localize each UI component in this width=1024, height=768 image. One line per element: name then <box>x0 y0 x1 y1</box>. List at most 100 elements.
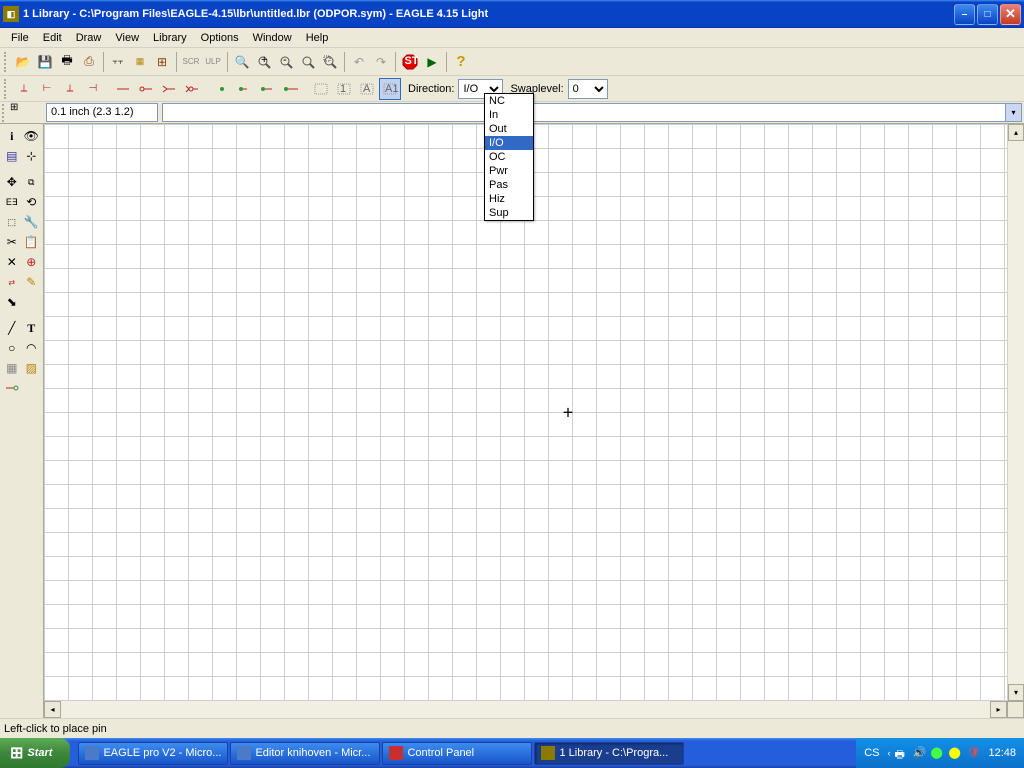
task-cpanel[interactable]: Control Panel <box>382 742 532 765</box>
zoom-in-icon[interactable]: + <box>253 51 275 73</box>
params-grip[interactable] <box>4 79 10 99</box>
split-tool-icon[interactable]: ⬊ <box>2 292 22 312</box>
visible-off-icon[interactable] <box>310 78 332 100</box>
chevron-down-icon[interactable]: ▾ <box>1005 104 1021 121</box>
scroll-right-icon[interactable]: ▸ <box>990 701 1007 718</box>
start-button[interactable]: Start <box>0 738 70 768</box>
horizontal-scrollbar[interactable]: ◂ ▸ <box>44 701 1024 718</box>
func-dot-icon[interactable] <box>135 78 157 100</box>
rotate-270-icon[interactable]: ⊣ <box>82 78 104 100</box>
task-eagle[interactable]: EAGLE pro V2 - Micro... <box>78 742 228 765</box>
rotate-90-icon[interactable]: ⊢ <box>36 78 58 100</box>
info-tool-icon[interactable]: i <box>2 126 22 146</box>
tray-chevron-icon[interactable]: ‹ <box>887 748 890 758</box>
language-indicator[interactable]: CS <box>864 747 879 759</box>
tray-icon-5[interactable]: 🛡 <box>966 746 980 760</box>
help-icon[interactable]: ? <box>450 51 472 73</box>
pinswap-tool-icon[interactable]: ⇄ <box>2 272 22 292</box>
length-long-icon[interactable] <box>280 78 302 100</box>
scroll-down-icon[interactable]: ▾ <box>1008 684 1024 701</box>
func-clk-icon[interactable] <box>158 78 180 100</box>
vertical-scrollbar[interactable]: ▴ ▾ <box>1007 124 1024 701</box>
option-io[interactable]: I/O <box>485 136 533 150</box>
pin-tool-icon[interactable] <box>2 378 22 398</box>
rotate-0-icon[interactable]: ⟂ <box>13 78 35 100</box>
scroll-up-icon[interactable]: ▴ <box>1008 124 1024 141</box>
tray-icon-2[interactable]: 🔊 <box>912 746 926 760</box>
menu-options[interactable]: Options <box>194 30 246 46</box>
option-pwr[interactable]: Pwr <box>485 164 533 178</box>
option-hiz[interactable]: Hiz <box>485 192 533 206</box>
wire-tool-icon[interactable]: ╱ <box>2 318 22 338</box>
device-icon[interactable]: ⫟⫟ <box>107 51 129 73</box>
tray-icon-4[interactable]: ⬤ <box>948 746 962 760</box>
maximize-button[interactable]: □ <box>977 4 998 25</box>
scroll-left-icon[interactable]: ◂ <box>44 701 61 718</box>
option-sup[interactable]: Sup <box>485 206 533 220</box>
arc-tool-icon[interactable]: ◠ <box>22 338 42 358</box>
polygon-tool-icon[interactable]: ▨ <box>22 358 42 378</box>
visible-pad-icon[interactable]: 1 <box>333 78 355 100</box>
toolbar-grip[interactable] <box>4 52 10 72</box>
go-icon[interactable]: ▶ <box>421 51 443 73</box>
option-pas[interactable]: Pas <box>485 178 533 192</box>
menu-edit[interactable]: Edit <box>36 30 69 46</box>
minimize-button[interactable]: – <box>954 4 975 25</box>
add-tool-icon[interactable]: ⊕ <box>22 252 42 272</box>
func-dotclk-icon[interactable] <box>181 78 203 100</box>
func-none-icon[interactable] <box>112 78 134 100</box>
rect-tool-icon[interactable]: ▦ <box>2 358 22 378</box>
menu-view[interactable]: View <box>108 30 146 46</box>
cam-icon[interactable]: ⎙ <box>78 51 100 73</box>
menu-draw[interactable]: Draw <box>69 30 109 46</box>
open-icon[interactable]: 📂 <box>12 51 34 73</box>
script-icon[interactable]: SCR <box>180 51 202 73</box>
option-nc[interactable]: NC <box>485 94 533 108</box>
cut-tool-icon[interactable]: ✂ <box>2 232 22 252</box>
command-input[interactable]: ▾ <box>162 103 1022 122</box>
visible-both-icon[interactable]: A1 <box>379 78 401 100</box>
tray-icon-1[interactable]: 🖶 <box>894 746 908 760</box>
zoom-fit-icon[interactable]: 🔍 <box>231 51 253 73</box>
length-point-icon[interactable] <box>211 78 233 100</box>
circle-tool-icon[interactable]: ○ <box>2 338 22 358</box>
mark-tool-icon[interactable]: ⊹ <box>22 146 42 166</box>
grid-icon[interactable]: ⊞ <box>10 102 18 123</box>
text-tool-icon[interactable]: T <box>22 318 42 338</box>
swaplevel-select[interactable]: 0 <box>568 79 608 99</box>
option-out[interactable]: Out <box>485 122 533 136</box>
display-tool-icon[interactable]: ▤ <box>2 146 22 166</box>
length-middle-icon[interactable] <box>257 78 279 100</box>
visible-pin-icon[interactable]: A <box>356 78 378 100</box>
zoom-redraw-icon[interactable] <box>297 51 319 73</box>
show-tool-icon[interactable]: 👁 <box>22 126 42 146</box>
option-in[interactable]: In <box>485 108 533 122</box>
close-button[interactable]: ✕ <box>1000 4 1021 25</box>
save-icon[interactable]: 💾 <box>34 51 56 73</box>
menu-file[interactable]: File <box>4 30 36 46</box>
coord-grip[interactable] <box>2 104 8 122</box>
ulp-icon[interactable]: ULP <box>202 51 224 73</box>
length-short-icon[interactable] <box>234 78 256 100</box>
package-icon[interactable]: ▦ <box>129 51 151 73</box>
zoom-out-icon[interactable]: - <box>275 51 297 73</box>
copy-tool-icon[interactable]: ⧉ <box>22 172 42 192</box>
change-tool-icon[interactable]: 🔧 <box>22 212 42 232</box>
delete-tool-icon[interactable]: ✕ <box>2 252 22 272</box>
option-oc[interactable]: OC <box>485 150 533 164</box>
tray-icon-3[interactable]: ⬤ <box>930 746 944 760</box>
move-tool-icon[interactable]: ✥ <box>2 172 22 192</box>
clock[interactable]: 12:48 <box>988 747 1016 759</box>
undo-icon[interactable]: ↶ <box>348 51 370 73</box>
task-editor[interactable]: Editor knihoven - Micr... <box>230 742 380 765</box>
group-tool-icon[interactable]: ⬚ <box>2 212 22 232</box>
rotate-tool-icon[interactable]: ⟲ <box>22 192 42 212</box>
menu-window[interactable]: Window <box>246 30 299 46</box>
name-tool-icon[interactable]: ✎ <box>22 272 42 292</box>
mirror-tool-icon[interactable]: E∃ <box>2 192 22 212</box>
task-library[interactable]: 1 Library - C:\Progra... <box>534 742 684 765</box>
stop-icon[interactable]: STOP <box>399 51 421 73</box>
print-icon[interactable]: 🖶 <box>56 51 78 73</box>
zoom-select-icon[interactable] <box>319 51 341 73</box>
menu-library[interactable]: Library <box>146 30 194 46</box>
